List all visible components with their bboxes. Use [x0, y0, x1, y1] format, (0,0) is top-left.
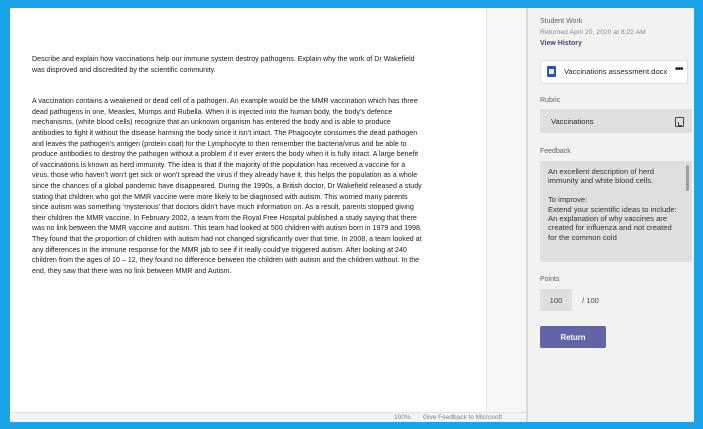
app-window: Describe and explain how vaccinations he… [10, 8, 694, 422]
open-rubric-icon[interactable] [675, 117, 684, 127]
return-button[interactable]: Return [540, 326, 606, 348]
student-work-label: Student Work [540, 18, 583, 25]
feedback-scrollbar[interactable] [686, 165, 689, 191]
feedback-text[interactable]: An excellent description of herd immunit… [548, 167, 678, 242]
returned-date: Returned April 20, 2020 at 8:22 AM [540, 29, 646, 36]
view-history-link[interactable]: View History [540, 40, 582, 47]
rubric-label: Rubric [540, 97, 561, 104]
feedback-label: Feedback [540, 148, 571, 155]
rubric-card[interactable]: Vaccinations [540, 109, 692, 133]
document-scrollbar[interactable] [486, 8, 527, 412]
points-input[interactable] [540, 289, 572, 311]
more-options-icon[interactable]: ••• [675, 64, 683, 75]
zoom-level[interactable]: 100% [394, 413, 411, 422]
rubric-name: Vaccinations [551, 117, 594, 126]
document-viewer: Describe and explain how vaccinations he… [10, 8, 527, 422]
points-label: Points [540, 276, 560, 283]
student-answer: A vaccination contains a weakened or dea… [32, 97, 422, 275]
document-body: Describe and explain how vaccinations he… [32, 54, 424, 276]
status-bar: 100% Give Feedback to Microsoft [10, 412, 526, 422]
attachment-name[interactable]: Vaccinations assessment.docx [564, 67, 674, 76]
grading-panel: Student Work Returned April 20, 2020 at … [528, 8, 694, 422]
word-document-icon [547, 66, 556, 77]
attachment-card[interactable]: Vaccinations assessment.docx ••• [540, 60, 688, 84]
feedback-textarea[interactable]: An excellent description of herd immunit… [540, 161, 692, 262]
points-max: / 100 [582, 296, 599, 305]
give-feedback-link[interactable]: Give Feedback to Microsoft [423, 413, 502, 422]
assignment-question: Describe and explain how vaccinations he… [32, 55, 415, 74]
